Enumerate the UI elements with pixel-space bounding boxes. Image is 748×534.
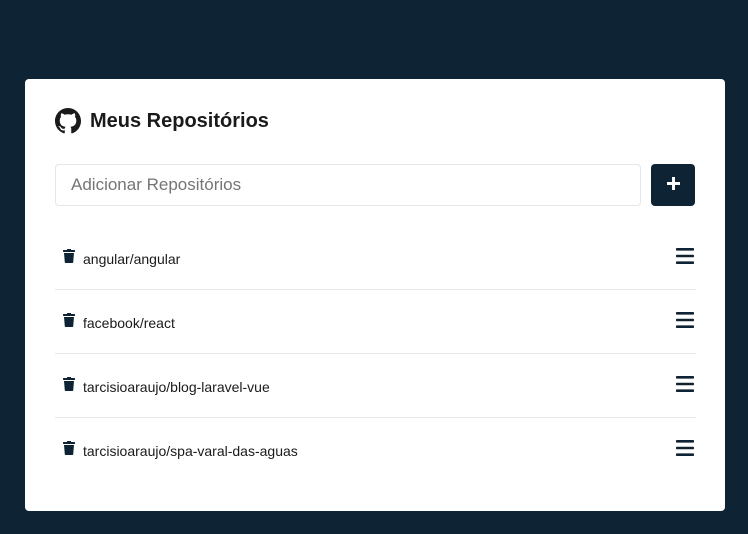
repository-name: facebook/react [83, 314, 175, 331]
repository-name: tarcisioaraujo/blog-laravel-vue [83, 378, 270, 395]
delete-repository-button[interactable] [62, 249, 76, 266]
page-title: Meus Repositórios [90, 109, 269, 132]
list-item: facebook/react [55, 290, 696, 354]
trash-icon [63, 441, 75, 458]
repository-input[interactable] [55, 164, 641, 206]
plus-icon [666, 177, 680, 193]
trash-icon [63, 249, 75, 266]
delete-repository-button[interactable] [62, 441, 76, 458]
delete-repository-button[interactable] [62, 377, 76, 394]
trash-icon [63, 377, 75, 394]
add-repository-button[interactable] [651, 164, 695, 206]
add-repository-form [55, 164, 695, 206]
list-item: angular/angular [55, 226, 696, 290]
bars-icon [676, 248, 694, 267]
repository-details-button[interactable] [675, 312, 695, 331]
list-item: tarcisioaraujo/blog-laravel-vue [55, 354, 696, 418]
repository-details-button[interactable] [675, 248, 695, 267]
repositories-card: Meus Repositórios Adicionar Repositórios… [25, 79, 725, 511]
bars-icon [676, 312, 694, 331]
repository-name: tarcisioaraujo/spa-varal-das-aguas [83, 442, 298, 459]
list-item: tarcisioaraujo/spa-varal-das-aguas [55, 418, 696, 481]
github-icon [55, 108, 81, 134]
bars-icon [676, 440, 694, 459]
repository-name: angular/angular [83, 250, 181, 267]
delete-repository-button[interactable] [62, 313, 76, 330]
repository-details-button[interactable] [675, 376, 695, 395]
trash-icon [63, 313, 75, 330]
bars-icon [676, 376, 694, 395]
card-header: Meus Repositórios [55, 106, 695, 136]
repository-list: angular/angular facebook/react tarcisioa… [55, 226, 696, 481]
repository-details-button[interactable] [675, 440, 695, 459]
